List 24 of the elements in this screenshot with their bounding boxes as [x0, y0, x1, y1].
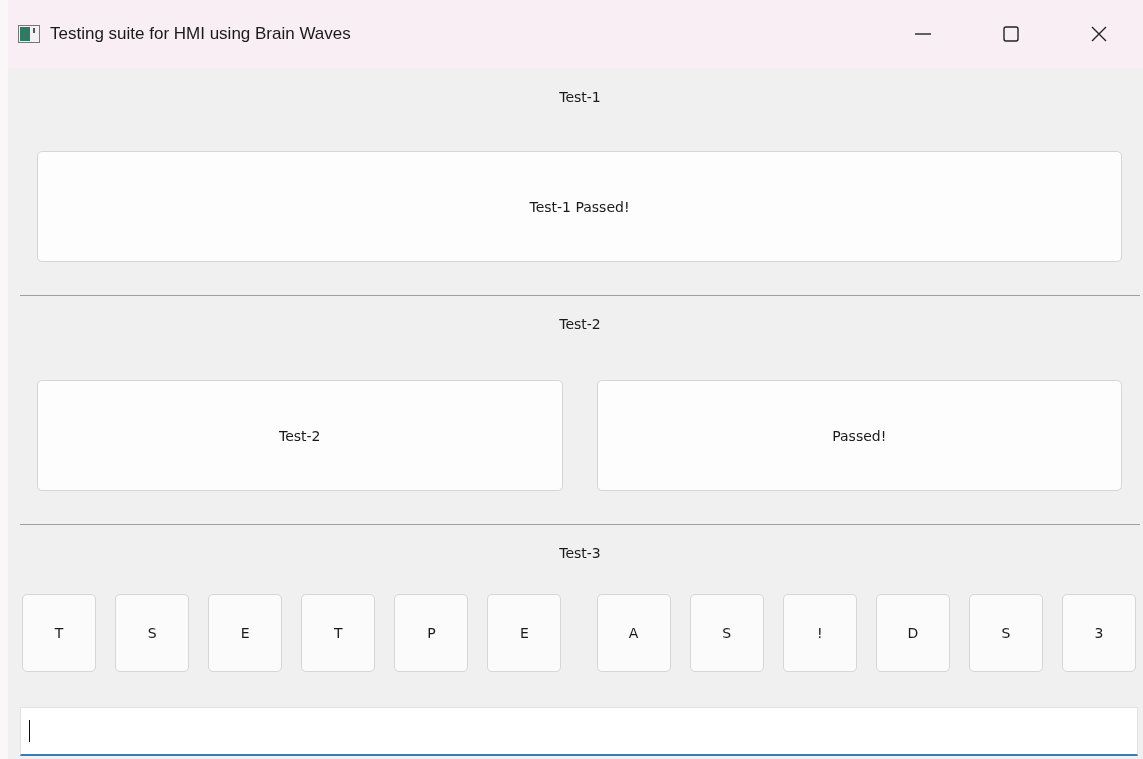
letter-key[interactable]: D: [875, 594, 950, 672]
letter-key[interactable]: S: [689, 594, 764, 672]
letter-key[interactable]: E: [487, 594, 562, 672]
section-label: Test-2: [559, 315, 601, 334]
letter-key[interactable]: E: [208, 594, 283, 672]
letter-key[interactable]: 3: [1061, 594, 1136, 672]
window-title: Testing suite for HMI using Brain Waves: [50, 24, 352, 44]
maximize-icon: [1000, 23, 1022, 45]
minimize-icon: [914, 33, 932, 35]
letter-key[interactable]: S: [968, 594, 1043, 672]
letter-key[interactable]: !: [782, 594, 857, 672]
section-label: Test-1: [559, 88, 601, 107]
test-button[interactable]: Test-2: [37, 380, 563, 491]
app-icon: [18, 25, 40, 43]
text-cursor: [29, 720, 30, 742]
section-label: Test-3: [559, 544, 601, 563]
input-field[interactable]: [20, 707, 1138, 756]
letter-key[interactable]: S: [115, 594, 190, 672]
letter-key[interactable]: T: [22, 594, 96, 672]
letter-key[interactable]: A: [596, 594, 671, 672]
letter-key[interactable]: T: [301, 594, 376, 672]
letter-key[interactable]: P: [394, 594, 469, 672]
test-button[interactable]: Test-1 Passed!: [37, 151, 1122, 262]
test-button[interactable]: Passed!: [596, 380, 1122, 491]
